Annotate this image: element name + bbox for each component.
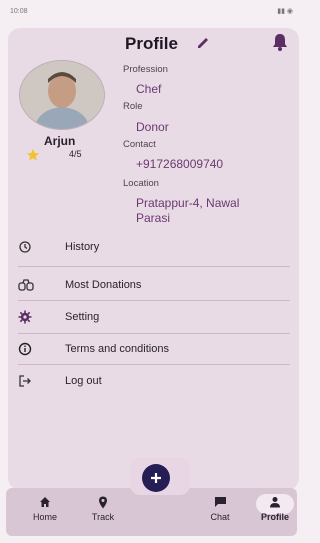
menu-item-label: Setting (65, 311, 100, 323)
location-pin-icon (81, 492, 125, 512)
nav-label: Profile (260, 512, 289, 522)
page-title-row: Profile (0, 34, 303, 54)
menu-item-most-donations[interactable]: Most Donations (18, 270, 290, 300)
status-time: 10:08 (10, 7, 28, 15)
chat-icon (198, 492, 242, 512)
nav-label: Home (32, 512, 57, 522)
menu-item-label: Log out (65, 375, 102, 387)
plus-icon (151, 473, 161, 483)
menu-item-history[interactable]: History (18, 232, 290, 262)
edit-icon[interactable] (196, 34, 210, 54)
status-bar: 10:08 ▮▮ ◉ (0, 0, 303, 22)
star-icon (26, 148, 40, 167)
home-icon (23, 492, 67, 512)
notification-bell-icon[interactable] (271, 32, 289, 57)
nav-label: Chat (210, 512, 230, 522)
rating-value: 4/5 (69, 149, 82, 159)
divider (18, 364, 290, 365)
nav-item-chat[interactable]: Chat (198, 492, 242, 522)
page-title: Profile (125, 34, 178, 53)
menu-item-label: Most Donations (65, 279, 142, 291)
menu-item-label: History (65, 241, 100, 253)
menu-item-label: Terms and conditions (65, 343, 169, 355)
info-icon (18, 342, 48, 356)
role-value: Donor (136, 120, 169, 134)
contact-label: Contact (123, 139, 156, 150)
profession-value: Chef (136, 82, 162, 96)
nav-item-home[interactable]: Home (23, 492, 67, 522)
menu-item-setting[interactable]: Setting (18, 302, 290, 332)
add-button[interactable] (142, 464, 170, 492)
binoculars-icon (18, 278, 48, 292)
logout-icon (18, 374, 48, 388)
profession-label: Profession (123, 64, 168, 75)
avatar[interactable] (19, 60, 105, 130)
status-icons: ▮▮ ◉ (277, 8, 293, 15)
gear-icon (18, 310, 48, 324)
menu-item-terms[interactable]: Terms and conditions (18, 334, 290, 364)
nav-label: Track (91, 512, 115, 522)
menu-item-logout[interactable]: Log out (18, 366, 290, 396)
role-label: Role (123, 101, 143, 112)
divider (18, 300, 290, 301)
nav-item-profile[interactable]: Profile (253, 492, 297, 522)
contact-value: +917268009740 (136, 157, 224, 171)
location-value-line1: Pratappur-4, Nawal (136, 196, 240, 210)
person-icon (253, 492, 297, 512)
history-icon (18, 240, 48, 254)
location-label: Location (123, 178, 159, 189)
profile-name: Arjun (44, 134, 76, 148)
nav-item-track[interactable]: Track (81, 492, 125, 522)
divider (18, 266, 290, 267)
location-value-line2: Parasi (136, 211, 171, 225)
